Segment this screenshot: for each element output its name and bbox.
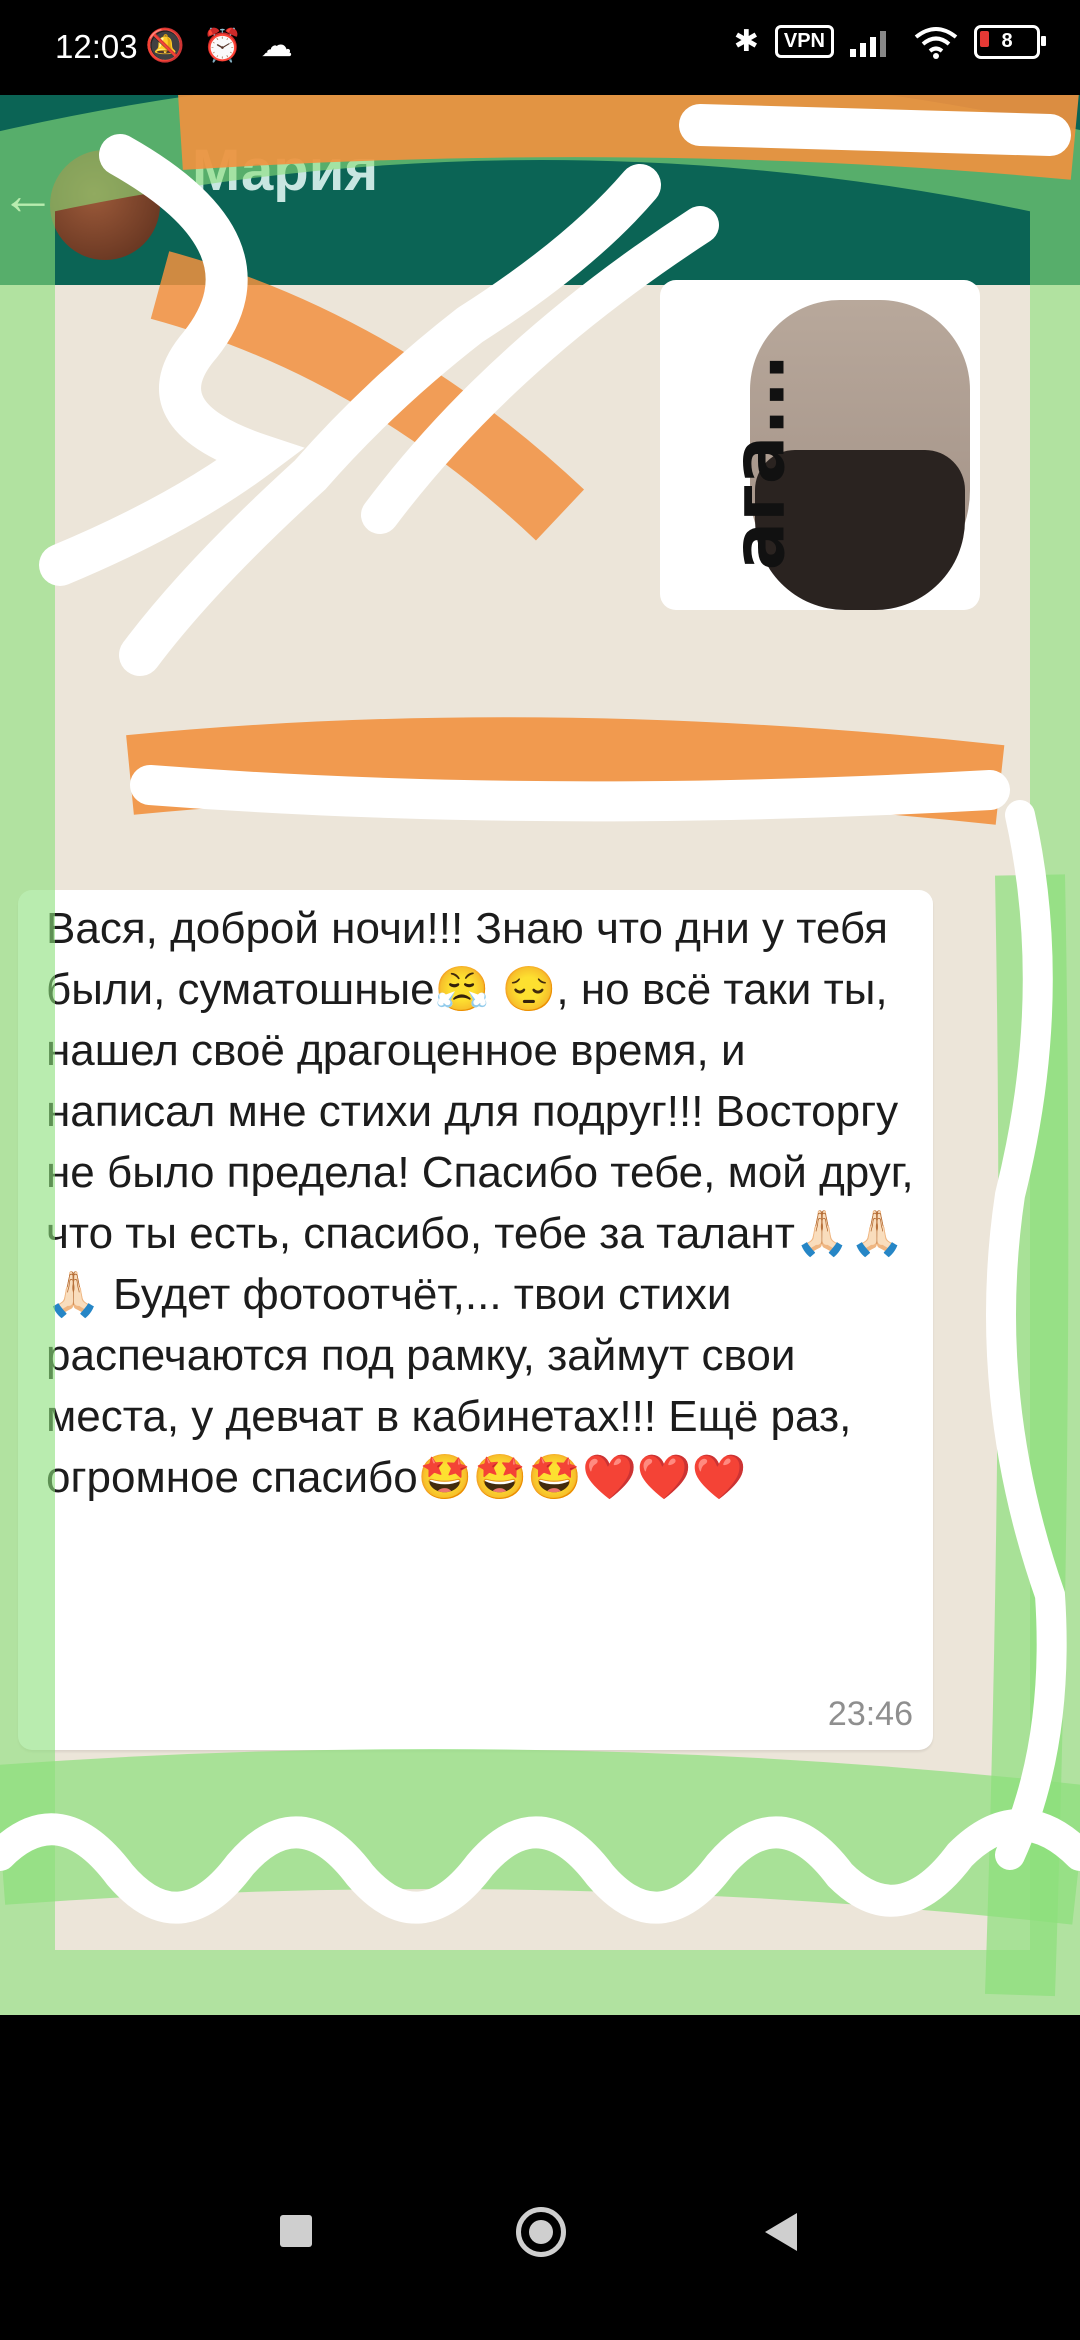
bluetooth-icon: ✱ xyxy=(733,25,759,58)
battery-icon: 8 xyxy=(974,24,1046,59)
status-time: 12:03 xyxy=(55,28,138,65)
alarm-icon: ⏰ xyxy=(202,27,243,63)
back-icon[interactable] xyxy=(765,2213,797,2251)
sticker-caption: ага... xyxy=(716,353,801,571)
chat-header: ← Мария xyxy=(0,95,1080,285)
contact-name[interactable]: Мария xyxy=(192,137,378,204)
sticker[interactable]: ага... xyxy=(660,280,980,610)
cloud-icon: ☁ xyxy=(260,27,293,63)
chat-screenshot: ← Мария ага... Вася, доброй ночи!!! Знаю… xyxy=(0,95,1080,2015)
status-right-icons: ✱ VPN 8 xyxy=(733,24,1046,59)
message-text: Вася, доброй ночи!!! Знаю что дни у тебя… xyxy=(46,904,914,1502)
message-time: 23:46 xyxy=(827,1695,913,1733)
avatar[interactable] xyxy=(50,150,160,260)
back-arrow-icon[interactable]: ← xyxy=(0,165,56,225)
message-bubble[interactable]: Вася, доброй ночи!!! Знаю что дни у тебя… xyxy=(18,890,933,1750)
status-left-icons: 🔕 ⏰ ☁ xyxy=(145,26,293,64)
system-navigation-bar xyxy=(0,2015,1080,2340)
signal-icon xyxy=(850,30,886,57)
vpn-badge: VPN xyxy=(774,25,834,58)
wifi-icon xyxy=(914,26,958,59)
recent-apps-icon[interactable] xyxy=(280,2215,312,2247)
battery-level: 8 xyxy=(1001,30,1013,52)
status-bar: 12:03 🔕 ⏰ ☁ ✱ VPN 8 xyxy=(0,0,1080,95)
home-icon[interactable] xyxy=(516,2207,566,2257)
mute-icon: 🔕 xyxy=(145,27,185,63)
